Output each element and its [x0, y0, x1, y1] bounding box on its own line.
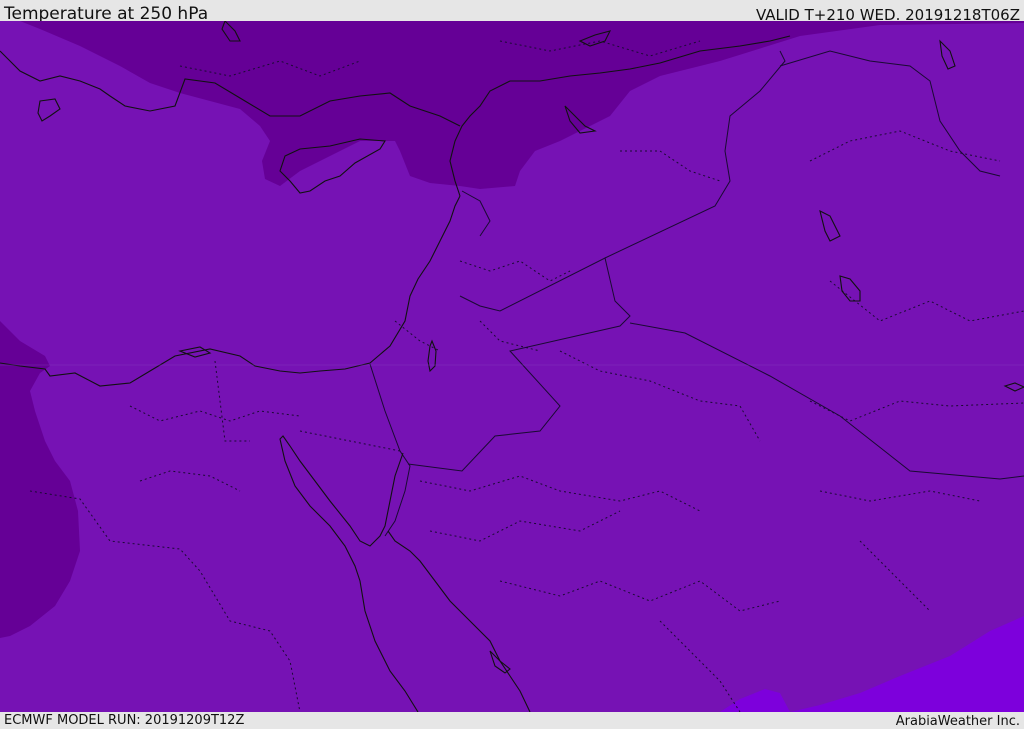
weather-map-frame: Temperature at 250 hPa VALID T+210 WED. …	[0, 0, 1024, 729]
credit-label: ArabiaWeather Inc.	[895, 714, 1020, 729]
footer-bar: ECMWF MODEL RUN: 20191209T12Z ArabiaWeat…	[0, 712, 1024, 729]
temperature-map[interactable]	[0, 21, 1024, 712]
header-bar: Temperature at 250 hPa VALID T+210 WED. …	[0, 0, 1024, 24]
model-run-label: ECMWF MODEL RUN: 20191209T12Z	[4, 713, 245, 728]
